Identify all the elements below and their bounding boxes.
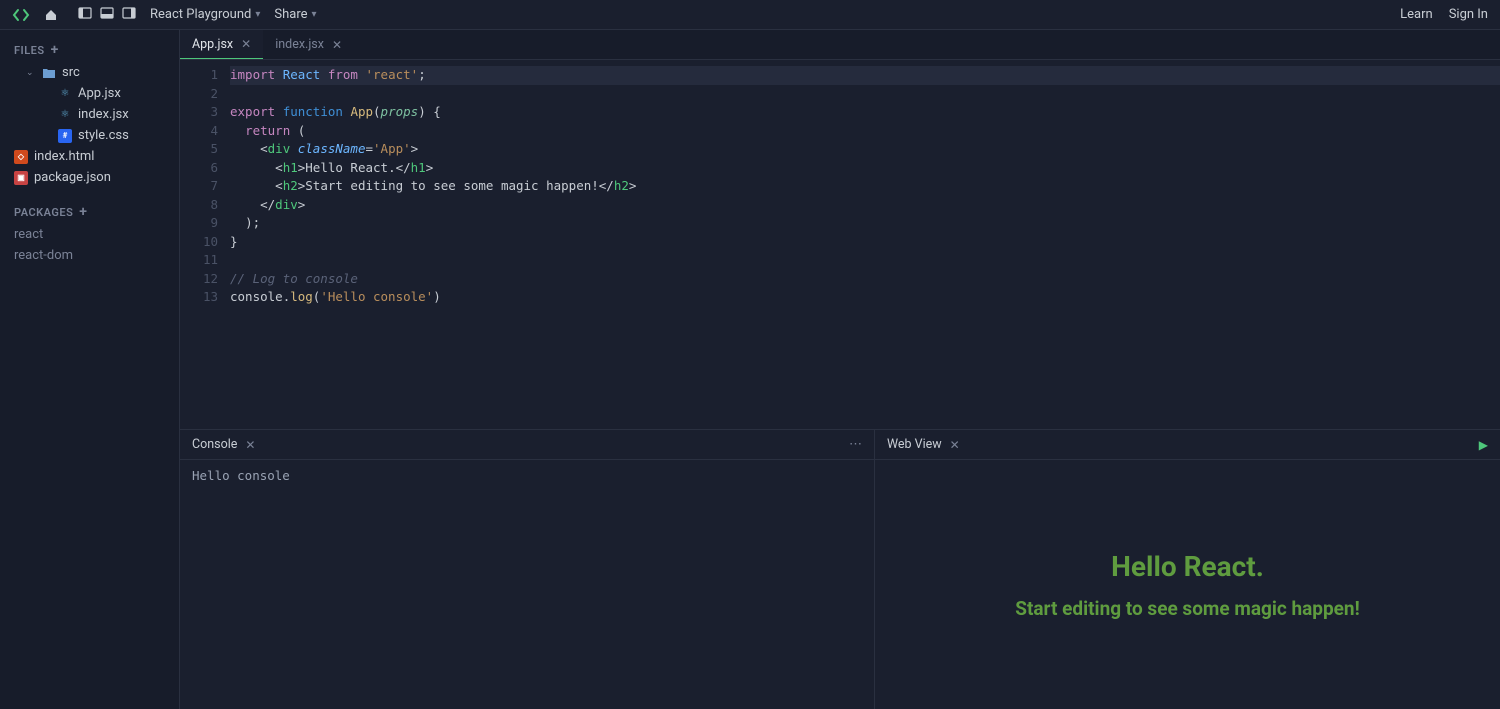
files-header-label: FILES — [14, 44, 45, 57]
packages-header-label: PACKAGES — [14, 206, 73, 219]
tab-label: index.jsx — [275, 37, 324, 52]
code-line: <h1>Hello React.</h1> — [230, 159, 1500, 178]
logo-icon[interactable] — [12, 8, 30, 22]
code-line: console.log('Hello console') — [230, 288, 1500, 307]
file-label: style.css — [78, 128, 129, 143]
file-label: index.jsx — [78, 107, 129, 122]
tree-folder-src[interactable]: ⌄ src — [0, 62, 179, 83]
panel-left-icon[interactable] — [78, 6, 92, 24]
webview-header: Web View ✕ ▶ — [875, 430, 1500, 460]
code-line: <div className='App'> — [230, 140, 1500, 159]
console-output: Hello console — [180, 460, 874, 709]
chevron-down-icon: ▾ — [255, 9, 260, 20]
folder-label: src — [62, 65, 80, 80]
console-line: Hello console — [192, 468, 862, 483]
line-gutter: 1 2 3 4 5 6 7 8 9 10 11 12 13 — [180, 60, 230, 429]
bottom-panels: Console ✕ ⋯ Hello console Web View ✕ — [180, 429, 1500, 709]
packages-section-header: PACKAGES + — [0, 200, 179, 224]
tree-file-index-jsx[interactable]: ⚛ index.jsx — [0, 104, 179, 125]
webview-panel: Web View ✕ ▶ Hello React. Start editing … — [875, 430, 1500, 709]
code-line: // Log to console — [230, 270, 1500, 289]
tab-label: App.jsx — [192, 37, 233, 52]
folder-icon — [42, 66, 56, 80]
code-line: export function App(props) { — [230, 103, 1500, 122]
play-icon[interactable]: ▶ — [1479, 438, 1488, 452]
preview-h1: Hello React. — [1111, 550, 1264, 583]
close-icon[interactable]: ✕ — [245, 438, 255, 452]
sidebar: FILES + ⌄ src ⚛ App.jsx ⚛ index.jsx # st… — [0, 30, 180, 709]
react-icon: ⚛ — [58, 108, 72, 122]
react-icon: ⚛ — [58, 87, 72, 101]
panel-right-icon[interactable] — [122, 6, 136, 24]
share-dropdown[interactable]: Share ▾ — [274, 7, 316, 22]
webview-tab[interactable]: Web View ✕ — [887, 437, 960, 452]
file-label: index.html — [34, 149, 94, 164]
playground-label: React Playground — [150, 7, 251, 22]
package-item-react-dom[interactable]: react-dom — [0, 245, 179, 266]
share-label: Share — [274, 7, 307, 22]
console-header: Console ✕ ⋯ — [180, 430, 874, 460]
webview-output: Hello React. Start editing to see some m… — [875, 460, 1500, 709]
code-area[interactable]: import React from 'react'; export functi… — [230, 60, 1500, 429]
chevron-down-icon: ⌄ — [26, 68, 36, 78]
code-line: <h2>Start editing to see some magic happ… — [230, 177, 1500, 196]
code-line: import React from 'react'; — [230, 66, 1500, 85]
files-section-header: FILES + — [0, 38, 179, 62]
tab-app-jsx[interactable]: App.jsx ✕ — [180, 30, 263, 59]
code-line: } — [230, 233, 1500, 252]
tree-file-package-json[interactable]: ▣ package.json — [0, 167, 179, 188]
code-line: </div> — [230, 196, 1500, 215]
console-tab[interactable]: Console ✕ — [192, 437, 255, 452]
close-icon[interactable]: ✕ — [332, 38, 342, 52]
tree-file-index-html[interactable]: ◇ index.html — [0, 146, 179, 167]
learn-link[interactable]: Learn — [1400, 7, 1433, 22]
console-tab-label: Console — [192, 437, 237, 452]
tab-index-jsx[interactable]: index.jsx ✕ — [263, 30, 354, 59]
more-icon[interactable]: ⋯ — [849, 437, 862, 452]
console-panel: Console ✕ ⋯ Hello console — [180, 430, 875, 709]
code-editor[interactable]: 1 2 3 4 5 6 7 8 9 10 11 12 13 import Rea… — [180, 60, 1500, 429]
close-icon[interactable]: ✕ — [950, 438, 960, 452]
playground-dropdown[interactable]: React Playground ▾ — [150, 7, 260, 22]
home-icon[interactable] — [44, 8, 58, 22]
file-label: package.json — [34, 170, 111, 185]
tree-file-style-css[interactable]: # style.css — [0, 125, 179, 146]
code-line — [230, 85, 1500, 104]
code-line — [230, 251, 1500, 270]
add-file-icon[interactable]: + — [51, 42, 59, 58]
code-line: ); — [230, 214, 1500, 233]
json-icon: ▣ — [14, 171, 28, 185]
editor-tabs: App.jsx ✕ index.jsx ✕ — [180, 30, 1500, 60]
preview-h2: Start editing to see some magic happen! — [1015, 597, 1359, 620]
html-icon: ◇ — [14, 150, 28, 164]
topbar: React Playground ▾ Share ▾ Learn Sign In — [0, 0, 1500, 30]
layout-toggles — [78, 6, 136, 24]
file-label: App.jsx — [78, 86, 121, 101]
panel-bottom-icon[interactable] — [100, 6, 114, 24]
tree-file-app-jsx[interactable]: ⚛ App.jsx — [0, 83, 179, 104]
close-icon[interactable]: ✕ — [241, 37, 251, 51]
css-icon: # — [58, 129, 72, 143]
webview-tab-label: Web View — [887, 437, 942, 452]
add-package-icon[interactable]: + — [79, 204, 87, 220]
chevron-down-icon: ▾ — [312, 9, 317, 20]
signin-link[interactable]: Sign In — [1449, 7, 1488, 22]
code-line: return ( — [230, 122, 1500, 141]
package-item-react[interactable]: react — [0, 224, 179, 245]
